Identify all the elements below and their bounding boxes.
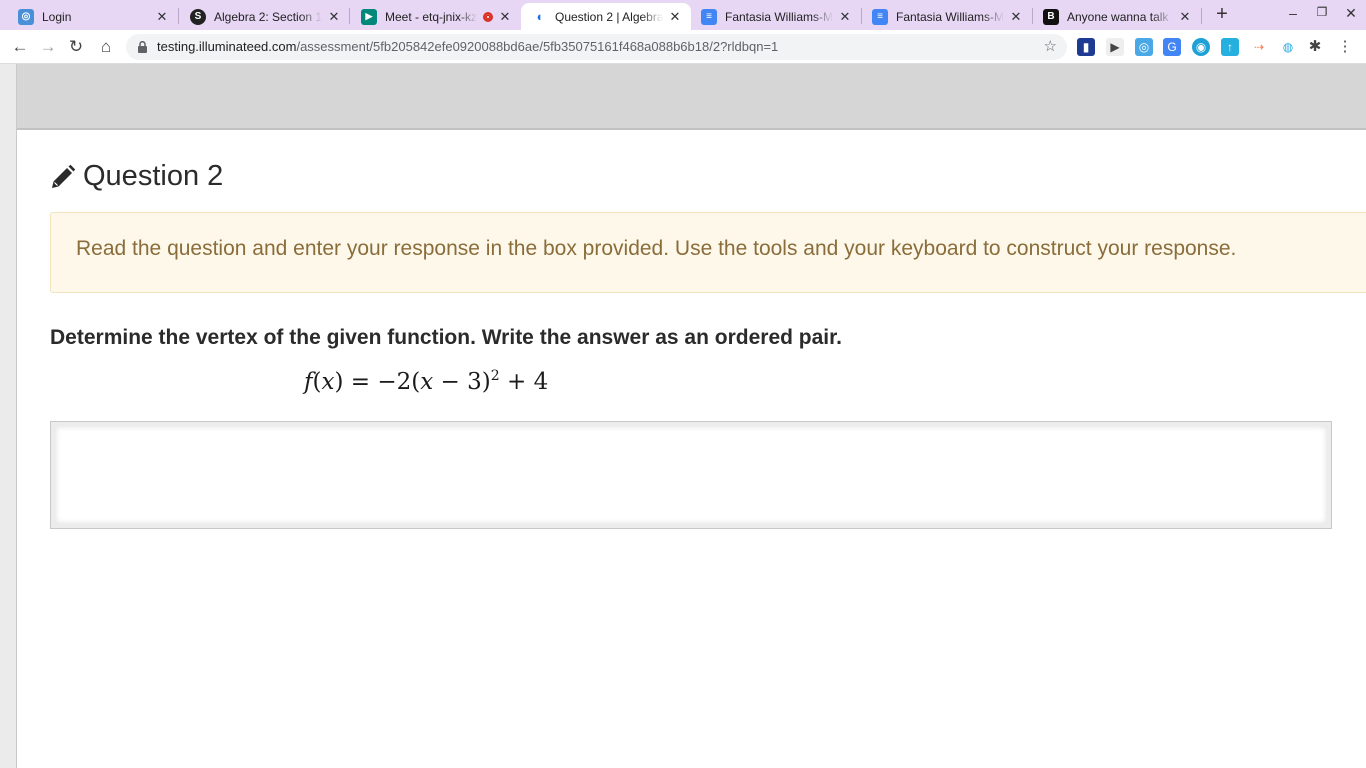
close-icon[interactable]: ✕ xyxy=(1008,9,1024,25)
lock-icon xyxy=(138,41,147,53)
tab-title: Fantasia Williams-Mar xyxy=(725,9,833,24)
tab-title: Fantasia Williams-Mar xyxy=(896,9,1004,24)
formula-exponent: 2 xyxy=(490,368,500,384)
tab-meet[interactable]: ▶ Meet - etq-jnix-kzf ✕ xyxy=(351,3,521,30)
tab-separator xyxy=(1201,8,1202,24)
formula-var: x xyxy=(420,369,434,395)
minimize-icon[interactable]: – xyxy=(1282,5,1304,25)
tab-title: Algebra 2: Section 126 xyxy=(214,9,322,24)
extension-5-icon[interactable]: ◉ xyxy=(1192,38,1210,56)
translate-extension-icon[interactable]: G xyxy=(1163,38,1181,56)
tab-title: Login xyxy=(42,9,72,24)
tab-strip: ◎ Login ✕ S Algebra 2: Section 126 ✕ ▶ M… xyxy=(0,0,1366,30)
tab-brainly[interactable]: B Anyone wanna talk im ✕ xyxy=(1033,3,1201,30)
docs-favicon-icon: ≡ xyxy=(701,8,717,25)
bookmark-star-icon[interactable]: ☆ xyxy=(1044,37,1057,55)
forward-arrow-icon[interactable]: → xyxy=(37,36,59,58)
url-text: testing.illuminateed.com/assessment/5fb2… xyxy=(157,39,778,54)
close-icon[interactable]: ✕ xyxy=(154,9,170,25)
tab-fantasia-doc-2[interactable]: ≡ Fantasia Williams-Mar ✕ xyxy=(862,3,1032,30)
tab-separator xyxy=(349,8,350,24)
login-favicon-icon: ◎ xyxy=(18,8,34,25)
extension-2-icon[interactable]: ▶ xyxy=(1106,38,1124,56)
instructions-text: Read the question and enter your respons… xyxy=(76,237,1237,260)
tab-title: Question 2 | Algebra 2, xyxy=(555,9,663,24)
extensions-puzzle-icon[interactable]: ✱ xyxy=(1306,38,1324,56)
formula-constant: 4 xyxy=(533,369,549,395)
menu-kebab-icon[interactable]: ⋮ xyxy=(1336,38,1354,56)
url-host: testing.illuminateed.com xyxy=(157,39,297,54)
new-tab-plus-icon[interactable]: + xyxy=(1212,4,1232,24)
close-icon[interactable]: ✕ xyxy=(1177,9,1193,25)
home-icon[interactable]: ⌂ xyxy=(95,36,117,58)
extension-7-icon[interactable]: ⇢ xyxy=(1250,38,1268,56)
address-bar[interactable]: testing.illuminateed.com/assessment/5fb2… xyxy=(126,34,1067,60)
extension-6-icon[interactable]: ↑ xyxy=(1221,38,1239,56)
meet-favicon-icon: ▶ xyxy=(361,8,377,25)
tab-title: Meet - etq-jnix-kzf xyxy=(385,9,477,24)
browser-toolbar: ← → ↻ ⌂ testing.illuminateed.com/assessm… xyxy=(0,30,1366,64)
reload-icon[interactable]: ↻ xyxy=(65,36,87,58)
instructions-alert: Read the question and enter your respons… xyxy=(50,212,1366,293)
question-prompt: Determine the vertex of the given functi… xyxy=(50,326,842,349)
tab-login[interactable]: ◎ Login ✕ xyxy=(8,3,178,30)
question-header: Question 2 xyxy=(50,160,223,193)
pencil-icon xyxy=(52,164,76,188)
restore-icon[interactable]: ❐ xyxy=(1311,5,1333,25)
formula-lhs-var: x xyxy=(321,369,335,395)
recording-indicator-icon xyxy=(483,11,493,22)
tab-algebra-section[interactable]: S Algebra 2: Section 126 ✕ xyxy=(180,3,350,30)
close-icon[interactable]: ✕ xyxy=(837,9,853,25)
tab-question-2[interactable]: ◖ Question 2 | Algebra 2, ✕ xyxy=(521,3,691,30)
window-close-icon[interactable]: ✕ xyxy=(1340,5,1362,25)
answer-input-box[interactable] xyxy=(50,421,1332,529)
extension-1-icon[interactable]: ▮ xyxy=(1077,38,1095,56)
left-rail xyxy=(0,64,17,768)
assessment-page: Question 2 Read the question and enter y… xyxy=(0,64,1366,768)
illuminate-favicon-icon: ◖ xyxy=(535,9,543,24)
close-icon[interactable]: ✕ xyxy=(326,9,342,25)
assessment-header-band xyxy=(17,64,1366,130)
close-icon[interactable]: ✕ xyxy=(497,9,513,25)
formula-func-name: f xyxy=(304,369,313,395)
extension-3-icon[interactable]: ◎ xyxy=(1135,38,1153,56)
tab-title: Anyone wanna talk im xyxy=(1067,9,1173,24)
close-icon[interactable]: ✕ xyxy=(667,9,683,25)
extension-8-icon[interactable]: ◍ xyxy=(1279,38,1297,56)
function-formula: f(x) = −2(x − 3)2 + 4 xyxy=(304,368,549,395)
formula-shift: 3 xyxy=(467,369,482,395)
question-title: Question 2 xyxy=(83,160,224,192)
brainly-favicon-icon: B xyxy=(1043,8,1059,25)
tab-separator xyxy=(178,8,179,24)
tab-fantasia-doc-1[interactable]: ≡ Fantasia Williams-Mar ✕ xyxy=(691,3,861,30)
url-path: /assessment/5fb205842efe0920088bd6ae/5fb… xyxy=(296,39,779,54)
schoology-favicon-icon: S xyxy=(190,8,206,25)
formula-coefficient: −2 xyxy=(377,369,412,395)
back-arrow-icon[interactable]: ← xyxy=(9,36,31,58)
docs-favicon-icon: ≡ xyxy=(872,8,888,25)
